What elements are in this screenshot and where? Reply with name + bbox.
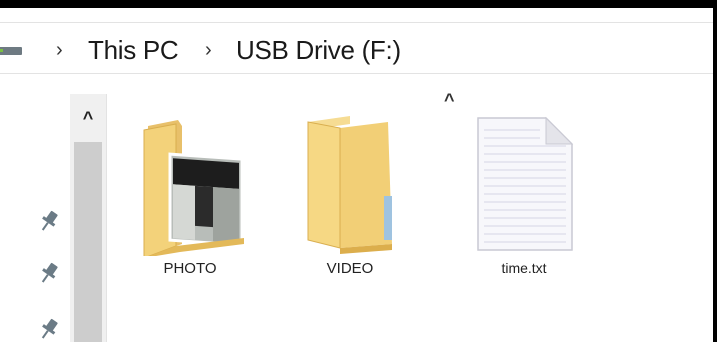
drive-icon[interactable]	[0, 47, 22, 55]
breadcrumb-this-pc[interactable]: This PC	[88, 35, 179, 66]
folder-item-video[interactable]: VIDEO	[300, 116, 410, 277]
pin-icon[interactable]	[36, 260, 62, 286]
chevron-up-icon[interactable]: ^	[70, 108, 106, 128]
folder-item-photo[interactable]: PHOTO	[140, 116, 250, 277]
item-label: VIDEO	[326, 260, 374, 277]
folder-icon	[307, 116, 392, 254]
scrollbar-thumb[interactable]	[74, 142, 102, 342]
address-bar[interactable]: › This PC › USB Drive (F:)	[0, 22, 713, 74]
navigation-pane-scrollbar[interactable]: ^	[70, 94, 107, 342]
breadcrumb-separator-icon[interactable]: ›	[56, 39, 63, 62]
file-explorer-window: › This PC › USB Drive (F:) ^ ^ PHOTO VID…	[0, 8, 713, 342]
folder-photo-icon	[143, 120, 244, 259]
pin-icon[interactable]	[36, 208, 62, 234]
item-label: time.txt	[501, 260, 547, 276]
sort-caret-icon[interactable]: ^	[444, 90, 455, 111]
text-file-icon	[477, 116, 574, 251]
item-label: PHOTO	[163, 260, 217, 277]
breadcrumb-separator-icon[interactable]: ›	[205, 39, 212, 62]
pin-icon[interactable]	[36, 316, 62, 342]
breadcrumb-usb-drive[interactable]: USB Drive (F:)	[236, 35, 401, 66]
file-item-time-txt[interactable]: time.txt	[474, 116, 574, 276]
